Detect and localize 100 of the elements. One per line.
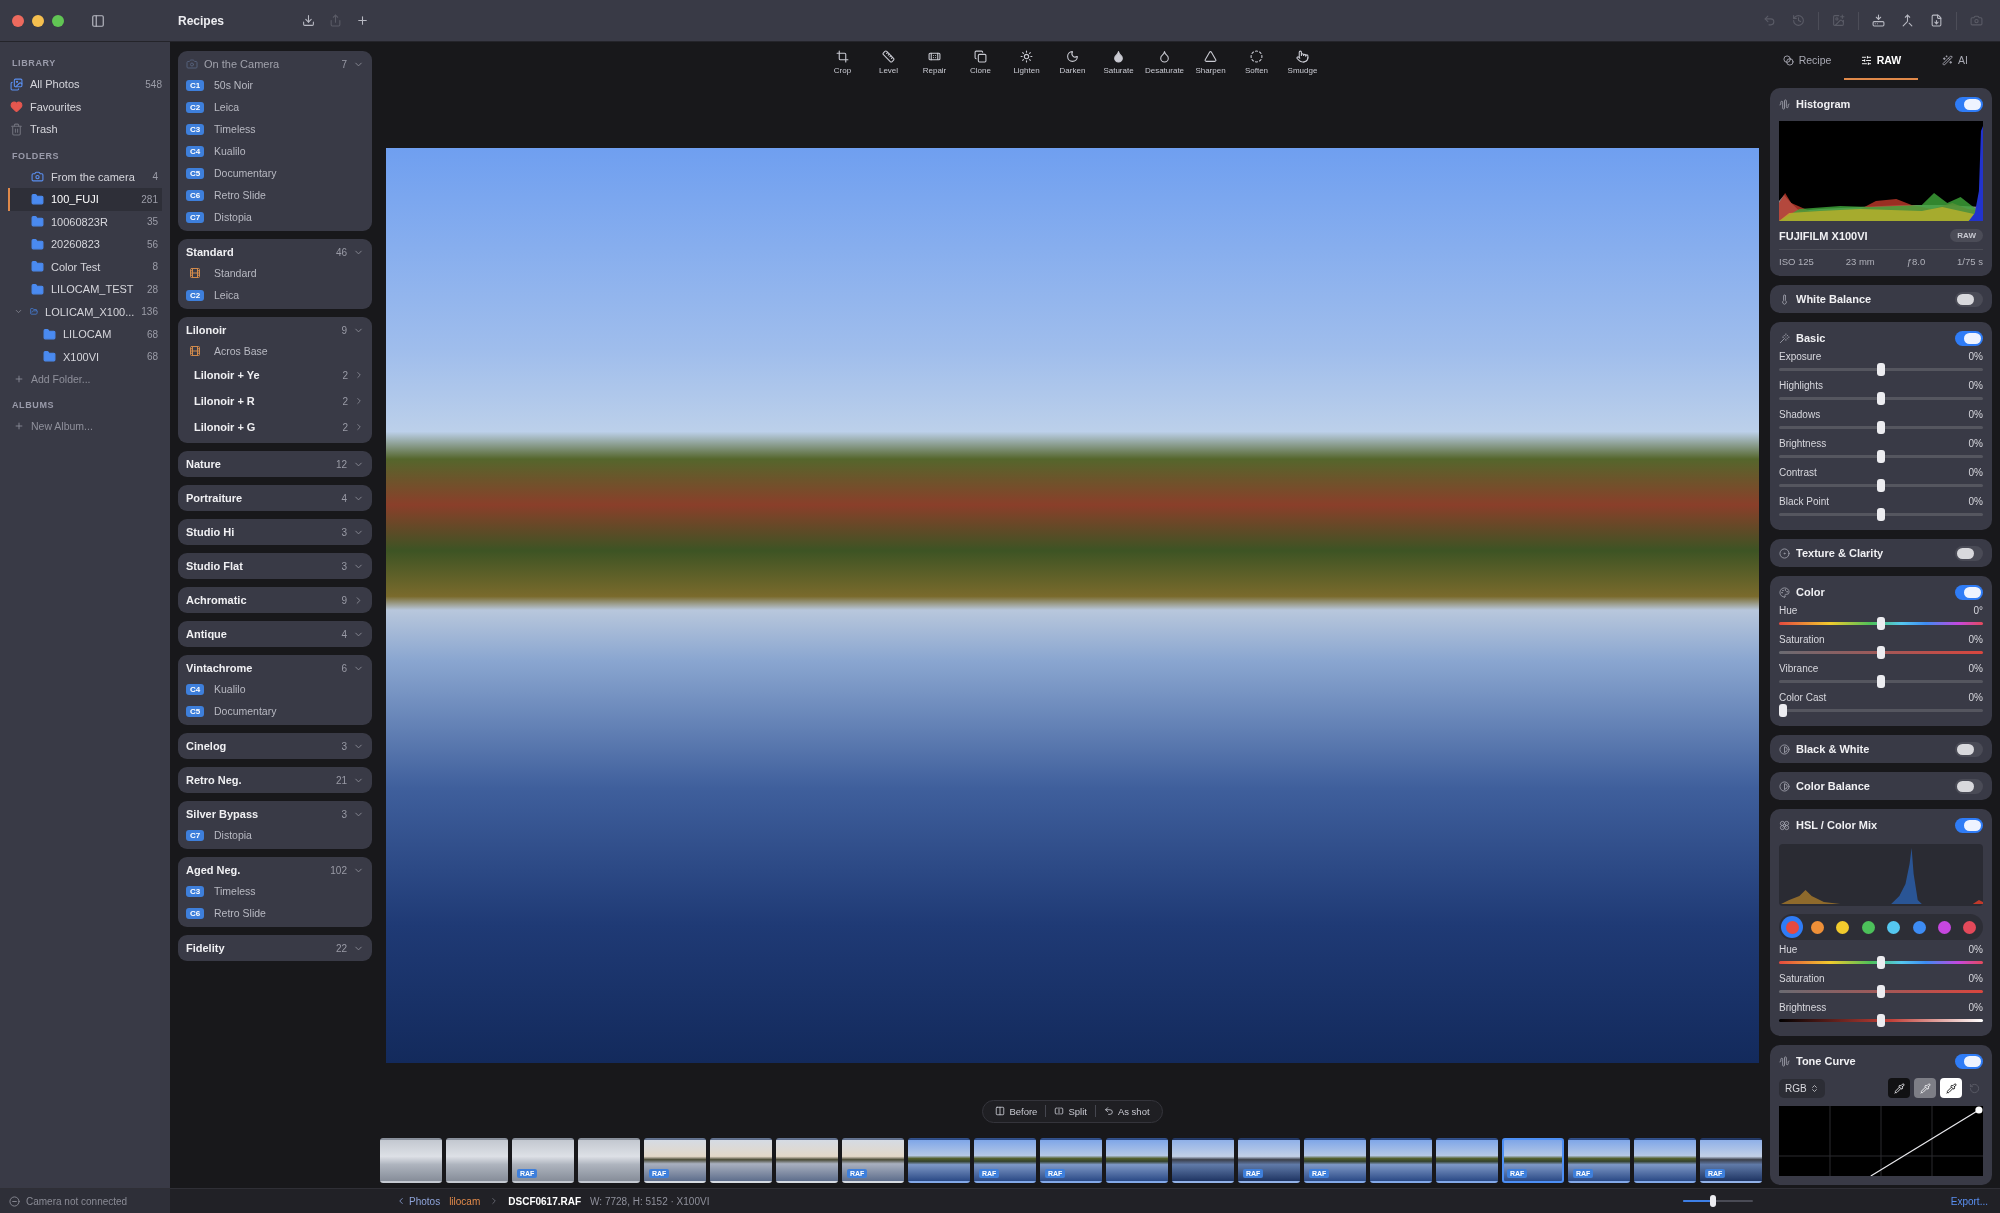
tool-button[interactable]: Soften (1234, 47, 1279, 77)
slider-track[interactable] (1779, 617, 1983, 630)
film-thumbnail[interactable] (1172, 1137, 1234, 1183)
sidebar-item[interactable]: 100_FUJI 281 (8, 188, 162, 211)
sidebar-item[interactable]: All Photos 548 (8, 73, 162, 96)
slider-thumb[interactable] (1877, 421, 1885, 434)
tool-button[interactable]: Level (866, 47, 911, 77)
film-thumbnail[interactable] (1634, 1137, 1696, 1183)
film-thumbnail[interactable] (380, 1137, 442, 1183)
export-link[interactable]: Export... (1950, 1195, 1988, 1207)
recipe-item[interactable]: C3 Timeless (186, 118, 364, 140)
toggle-switch[interactable] (1955, 817, 1983, 833)
sidebar-item[interactable]: LILOCAM 68 (8, 323, 162, 346)
slider-track[interactable] (1779, 985, 1983, 998)
sidebar-item[interactable]: LOLICAM_X100... 136 (8, 300, 162, 323)
panel-tab[interactable]: AI (1918, 42, 1992, 80)
eyedropper-button[interactable] (1940, 1078, 1962, 1098)
slider-thumb[interactable] (1877, 1014, 1885, 1027)
film-thumbnail[interactable] (908, 1137, 970, 1183)
recipe-item[interactable]: C4 Kualilo (186, 140, 364, 162)
slider-track[interactable] (1779, 1014, 1983, 1027)
film-thumbnail[interactable] (1106, 1137, 1168, 1183)
recipe-item[interactable]: Standard (186, 262, 364, 284)
add-link[interactable]: Add Folder... (8, 368, 162, 390)
film-thumbnail[interactable] (710, 1137, 772, 1183)
breadcrumb-link[interactable]: lilocam (449, 1195, 481, 1207)
slider-thumb[interactable] (1709, 1195, 1716, 1207)
breadcrumb-link[interactable]: Photos (396, 1195, 441, 1207)
zoom-slider[interactable] (1683, 1195, 1753, 1207)
recipe-item[interactable]: C1 50s Noir (186, 74, 364, 96)
slider-thumb[interactable] (1877, 508, 1885, 521)
toggle-switch[interactable] (1955, 291, 1983, 307)
slider-track[interactable] (1779, 392, 1983, 405)
film-thumbnail[interactable] (1436, 1137, 1498, 1183)
toggle-switch[interactable] (1955, 96, 1983, 112)
slider-thumb[interactable] (1877, 392, 1885, 405)
recipe-subgroup[interactable]: Lilonoir + Ye 2 (186, 362, 364, 388)
sidebar-item[interactable]: 20260823 56 (8, 233, 162, 256)
add-link[interactable]: New Album... (8, 415, 162, 437)
slider-thumb[interactable] (1877, 617, 1885, 630)
tool-button[interactable]: Lighten (1004, 47, 1049, 77)
toggle-switch[interactable] (1955, 778, 1983, 794)
recipe-item[interactable]: C2 Leica (186, 284, 364, 306)
toggle-switch[interactable] (1955, 1053, 1983, 1069)
slider-thumb[interactable] (1877, 363, 1885, 376)
channel-select[interactable]: RGB (1779, 1078, 1825, 1098)
eyedropper-button[interactable] (1914, 1078, 1936, 1098)
tool-button[interactable]: Darken (1050, 47, 1095, 77)
sidebar-item[interactable]: Color Test 8 (8, 255, 162, 278)
slider-track[interactable] (1779, 421, 1983, 434)
slider-track[interactable] (1779, 479, 1983, 492)
view-mode-button[interactable]: As shot (1097, 1103, 1156, 1119)
sidebar-item[interactable]: From the camera 4 (8, 165, 162, 188)
recipe-item[interactable]: C3 Timeless (186, 880, 364, 902)
tool-button[interactable]: Crop (820, 47, 865, 77)
minimize-button[interactable] (32, 14, 44, 27)
tool-button[interactable]: Sharpen (1188, 47, 1233, 77)
panel-tab[interactable]: RAW (1844, 42, 1918, 80)
toggle-switch[interactable] (1955, 330, 1983, 346)
tool-button[interactable]: Smudge (1280, 47, 1325, 77)
slider-thumb[interactable] (1877, 675, 1885, 688)
slider-track[interactable] (1779, 956, 1983, 969)
tool-button[interactable]: Saturate (1096, 47, 1141, 77)
view-mode-button[interactable]: Split (1048, 1103, 1093, 1119)
sidebar-item[interactable]: Trash (8, 118, 162, 141)
slider-thumb[interactable] (1877, 646, 1885, 659)
sidebar-item[interactable]: 10060823R 35 (8, 210, 162, 233)
recipe-subgroup[interactable]: Lilonoir + G 2 (186, 414, 364, 440)
slider-track[interactable] (1779, 704, 1983, 717)
film-thumbnail[interactable] (578, 1137, 640, 1183)
toggle-switch[interactable] (1955, 584, 1983, 600)
film-thumbnail[interactable] (1370, 1137, 1432, 1183)
breadcrumb-link[interactable]: DSCF0617.RAF (508, 1195, 582, 1207)
zoom-button[interactable] (52, 14, 64, 27)
recipe-item[interactable]: C5 Documentary (186, 700, 364, 722)
recipe-item[interactable]: C2 Leica (186, 96, 364, 118)
recipe-item[interactable]: Acros Base (186, 340, 364, 362)
slider-thumb[interactable] (1877, 985, 1885, 998)
recipe-item[interactable]: C7 Distopia (186, 206, 364, 228)
recipe-subgroup[interactable]: Lilonoir + R 2 (186, 388, 364, 414)
sidebar-item[interactable]: Favourites (8, 95, 162, 118)
slider-track[interactable] (1779, 363, 1983, 376)
view-mode-button[interactable]: Before (989, 1103, 1044, 1119)
close-button[interactable] (12, 14, 24, 27)
slider-track[interactable] (1779, 646, 1983, 659)
recipe-item[interactable]: C5 Documentary (186, 162, 364, 184)
tool-button[interactable]: Desaturate (1142, 47, 1187, 77)
eyedropper-button[interactable] (1888, 1078, 1910, 1098)
film-thumbnail[interactable] (446, 1137, 508, 1183)
tool-button[interactable]: Repair (912, 47, 957, 77)
slider-track[interactable] (1779, 675, 1983, 688)
film-thumbnail[interactable] (776, 1137, 838, 1183)
slider-thumb[interactable] (1877, 479, 1885, 492)
recipe-item[interactable]: C4 Kualilo (186, 678, 364, 700)
tool-button[interactable]: Clone (958, 47, 1003, 77)
slider-thumb[interactable] (1779, 704, 1787, 717)
sidebar-item[interactable]: LILOCAM_TEST 28 (8, 278, 162, 301)
recipe-item[interactable]: C6 Retro Slide (186, 184, 364, 206)
tray-download-icon[interactable] (1869, 11, 1888, 30)
recipe-item[interactable]: C6 Retro Slide (186, 902, 364, 924)
